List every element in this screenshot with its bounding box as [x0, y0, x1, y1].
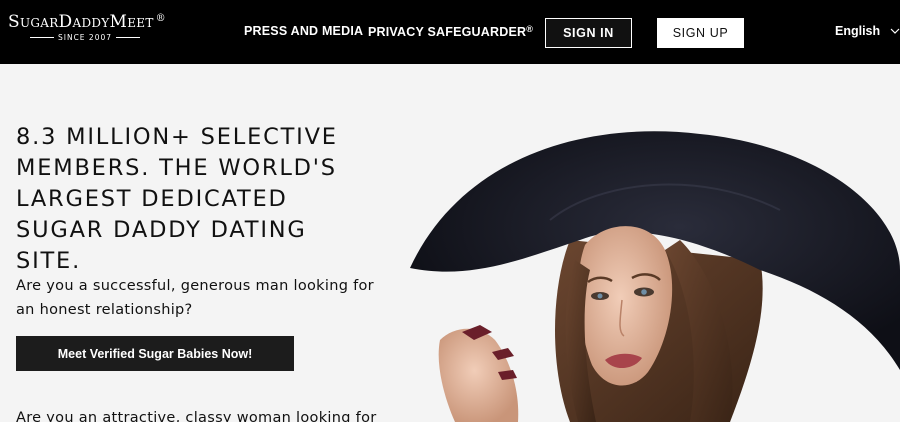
women-prompt: Are you an attractive, classy woman look… [16, 410, 377, 422]
chevron-down-icon [890, 28, 900, 34]
brand-since: SINCE 2007 [30, 33, 140, 42]
meet-sugar-babies-button[interactable]: Meet Verified Sugar Babies Now! [16, 336, 294, 371]
brand-wordmark: SugarDaddyMeet ® [8, 12, 166, 32]
men-prompt: Are you a successful, generous man looki… [16, 278, 374, 318]
sign-up-button[interactable]: SIGN UP [657, 18, 744, 48]
nav-press-and-media[interactable]: PRESS AND MEDIA [244, 24, 363, 38]
sign-in-button[interactable]: SIGN IN [545, 18, 632, 48]
language-label: English [835, 24, 881, 38]
language-selector[interactable]: English [835, 24, 900, 38]
hero-photo [410, 131, 900, 422]
nav-privacy-safeguarder[interactable]: PRIVACY SAFEGUARDER® [368, 24, 533, 39]
brand-logo[interactable]: SugarDaddyMeet ® SINCE 2007 [8, 12, 168, 52]
site-header: SugarDaddyMeet ® SINCE 2007 PRESS AND MED… [0, 0, 900, 64]
hero-title: 8.3 MILLION+ SELECTIVE MEMBERS. THE WORL… [16, 124, 338, 274]
